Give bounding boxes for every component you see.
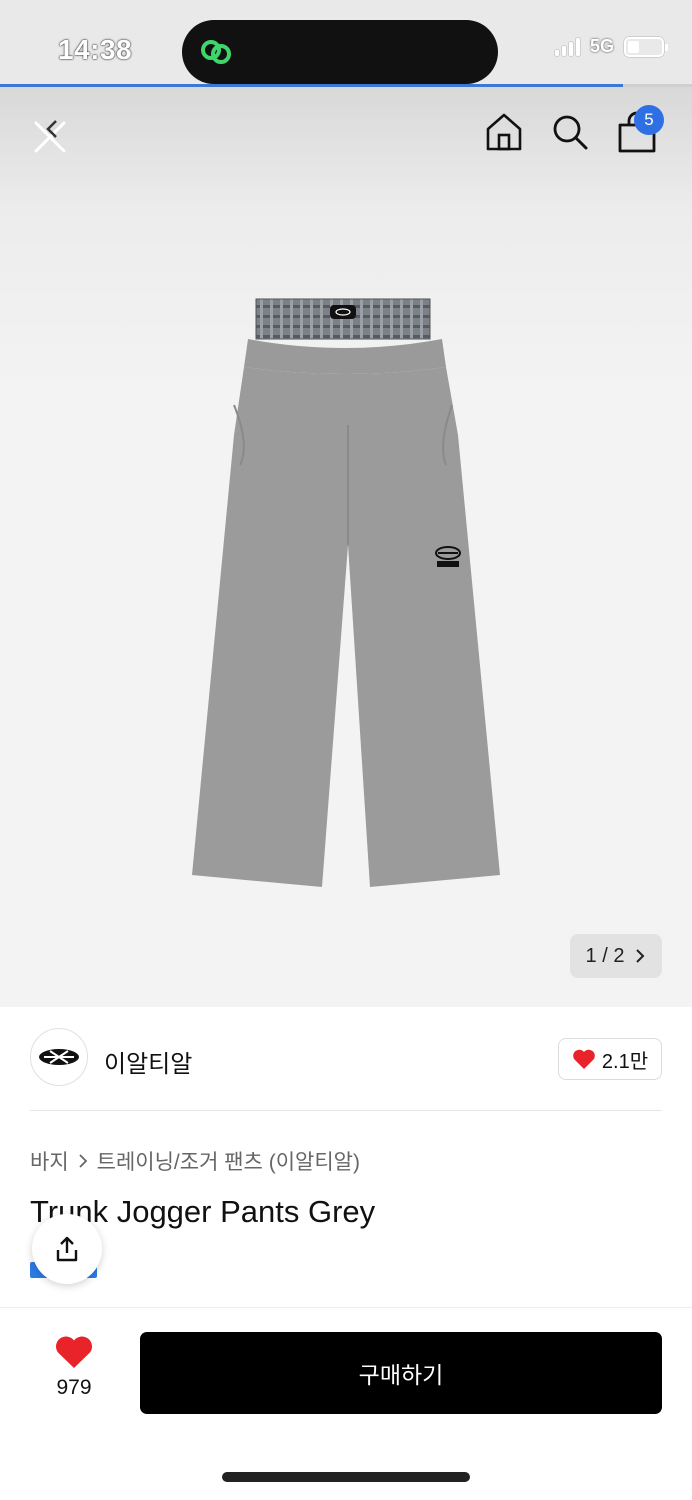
seller-row: 이알티알 2.1만 <box>30 1028 662 1090</box>
cart-button[interactable]: 5 <box>616 105 664 155</box>
home-indicator <box>222 1472 470 1482</box>
network-label: 5G <box>589 36 614 56</box>
product-image <box>192 298 500 887</box>
share-icon <box>56 1236 78 1262</box>
home-button[interactable] <box>484 111 524 153</box>
breadcrumb: 바지 트레이닝/조거 팬츠 (이알티알) <box>30 1146 360 1176</box>
chevron-right-icon <box>79 1154 87 1168</box>
image-pager[interactable]: 1 / 2 <box>570 934 662 978</box>
status-indicators: 5G <box>554 36 668 57</box>
status-bar: 14:38 5G <box>0 0 692 87</box>
buy-button[interactable]: 구매하기 <box>140 1332 662 1414</box>
breadcrumb-category[interactable]: 바지 <box>30 1146 69 1176</box>
search-icon <box>553 115 588 150</box>
close-icon <box>34 120 66 153</box>
seller-name[interactable]: 이알티알 <box>104 1044 192 1079</box>
seller-logo[interactable] <box>30 1028 88 1086</box>
product-gallery[interactable]: 5 1 / 2 <box>0 87 692 1007</box>
cart-count-badge: 5 <box>634 105 664 135</box>
share-button[interactable] <box>32 1214 102 1284</box>
link-app-icon <box>201 40 231 64</box>
search-button[interactable] <box>550 111 590 153</box>
wishlist-count: 979 <box>56 1376 92 1399</box>
battery-icon <box>624 36 668 57</box>
heart-icon <box>573 1049 595 1069</box>
divider <box>30 1110 662 1111</box>
brand-like-count: 2.1만 <box>601 1050 649 1073</box>
chevron-right-icon <box>636 949 645 963</box>
close-button[interactable] <box>28 115 72 159</box>
brand-like-button[interactable]: 2.1만 <box>558 1038 662 1080</box>
bottom-action-bar: 979 구매하기 <box>0 1308 692 1500</box>
signal-icon <box>554 37 580 56</box>
status-time: 14:38 <box>58 34 133 65</box>
pager-text: 1 / 2 <box>585 944 625 967</box>
breadcrumb-subcategory[interactable]: 트레이닝/조거 팬츠 (이알티알) <box>97 1146 360 1176</box>
dynamic-island <box>182 20 498 84</box>
brand-logo-icon <box>39 1049 79 1065</box>
home-icon <box>486 113 522 151</box>
wishlist-button[interactable]: 979 <box>40 1334 108 1414</box>
heart-icon <box>56 1336 92 1368</box>
